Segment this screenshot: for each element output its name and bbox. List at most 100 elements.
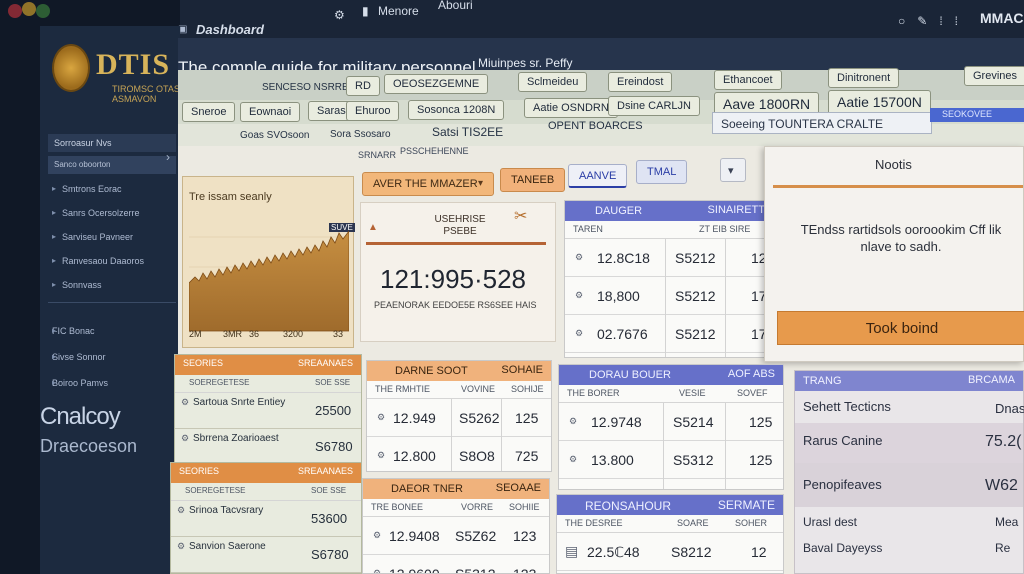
sidebar-header[interactable]: Sorroasur Nvs [48, 134, 176, 152]
toolbar-label-satsi[interactable]: Satsi TIS2EE [432, 125, 503, 139]
gear-icon: ⚙ [373, 568, 382, 574]
dropdown-chevron-icon[interactable]: ▾ [720, 158, 746, 182]
toolbar-label-sora[interactable]: Sora Ssosaro [330, 129, 391, 140]
sidebar-item-4[interactable]: Ranvesaou Daaoros [52, 256, 176, 272]
list-item[interactable]: Sehett Tecticns Dnas [795, 391, 1024, 423]
gear-icon: ⚙ [377, 412, 386, 422]
tab-tmal[interactable]: TMAL [636, 160, 688, 184]
column-divider [725, 239, 726, 357]
table-row[interactable]: ⚙ 18,800 S5212 17 [565, 277, 773, 315]
dare-table-title: DARNE SOOT [395, 365, 468, 377]
table-cell: 02.7676 [597, 326, 648, 342]
sidebar-big-text: Cnalcoy [40, 403, 121, 430]
brand-logo: DTIS TIROMSC OTAS ASMAVON [52, 44, 180, 114]
sidebar-item-8[interactable]: Boiroo Pamvs [52, 378, 176, 394]
chart-title: Tre issam seanly [189, 191, 272, 203]
menu-link[interactable]: Menore [378, 4, 419, 18]
sidebar-item-7[interactable]: Sivse Sonnor [52, 352, 176, 368]
tab-taneeb[interactable]: TANEEB [500, 168, 566, 192]
table-cell: 53600 [311, 511, 348, 526]
danger-table: DAUGER SINAIRETT TAREN ZT EIB SIRE ⚙ 12.… [564, 200, 774, 358]
table-row[interactable]: ⚙ 12.800 S8O8 725 [367, 437, 551, 471]
about-link[interactable]: Abouri [438, 0, 473, 12]
user-label[interactable]: MMAC [980, 10, 1024, 26]
table-row[interactable]: ⚙ 12.9600 S5312 123 [363, 555, 549, 574]
sidebar-subheader[interactable]: Sanco oboorton [48, 156, 176, 174]
toolbar-chip-dsine[interactable]: Dsine CARLJN [608, 96, 700, 116]
table-row[interactable]: ⚙ 13.800 S5312 125 [559, 441, 783, 479]
sidebar-item-3[interactable]: Sarviseu Pavneer [52, 232, 176, 248]
series-table-2-colhead: SOEREGETESE SOE SSE [171, 483, 361, 501]
toolbar-chip-1[interactable]: RD [346, 76, 380, 96]
column-header: SOVEF [737, 388, 768, 398]
table-cell: Srinoa Tacvsrary [189, 505, 264, 516]
menu-icon[interactable]: ▮ [362, 4, 369, 18]
toolbar-chip-sneroe[interactable]: Sneroe [182, 102, 236, 122]
tick-label: 2M [189, 329, 202, 339]
sidebar-item-5[interactable]: Sonnvass [52, 280, 176, 296]
table-row[interactable]: ⚙ 02.7676 S5212 17 [565, 315, 773, 353]
primary-toolbar-button[interactable]: SEOKOVEE [930, 108, 1024, 122]
series-table-1-colhead: SOEREGETESE SOE SSE [175, 375, 361, 393]
toolbar-chip-5[interactable]: Ethancoet [714, 70, 782, 90]
mini-tab-1[interactable]: SRNARR [358, 150, 396, 160]
list-item[interactable]: Penopifeaves W62 [795, 463, 1023, 507]
sidebar-item-2[interactable]: Sanrs Ocersolzerre [52, 208, 176, 224]
toolbar-chip-3[interactable]: Sclmeideu [518, 72, 588, 92]
column-header: THE BORER [567, 388, 620, 398]
circle-icon[interactable]: ○ [898, 14, 917, 28]
list-item-value: Dnas [995, 401, 1024, 416]
toolbar-chip-eownaoi[interactable]: Eownaoi [240, 102, 301, 122]
table-row[interactable]: ⚙ 12.9408 S5Z62 123 [363, 517, 549, 555]
dare-table-colhead: THE RMHTIE VOVINE SOHIJE [367, 381, 551, 399]
table-row[interactable]: ⚙ 12.9748 S5214 125 [559, 403, 783, 441]
daero-table-header: DAEOR TNER SEOAAE [363, 479, 549, 499]
list-item-value: Mea [995, 515, 1019, 529]
tab-aanve[interactable]: AANVE [568, 164, 628, 188]
toolbar-chip-sosonca[interactable]: Sosonca 1208N [408, 100, 505, 120]
list-item[interactable]: Baval Dayeyss Re [795, 537, 1023, 567]
amount-label: USEHRISE PSEBE [434, 214, 486, 237]
fire-icon: ▲ [368, 222, 378, 233]
sidebar-collapse-icon[interactable]: › [166, 150, 170, 164]
sidebar-item-6[interactable]: FIC Bonac [52, 326, 176, 342]
toolbar-chip-7[interactable]: Grevines [964, 66, 1024, 86]
table-cell: S5214 [673, 414, 714, 430]
table-row[interactable]: ⚙ Sbrrena Zoarioaest S6780 [175, 429, 361, 465]
toolbar-label-goas[interactable]: Goas SVOsoon [240, 130, 309, 141]
table-cell: 25500 [315, 403, 352, 418]
toolbar-chip-6[interactable]: Dinitronent [828, 68, 900, 88]
amount-action-button[interactable]: AVER THE MMAZER [362, 172, 494, 196]
search-input[interactable]: Soeeing TOUNTERA CRALTE [712, 112, 932, 134]
toolbar-chip-2[interactable]: OEOSEZGEMNE [384, 74, 489, 94]
mini-tab-2[interactable]: PSSCHEHENNE [400, 146, 469, 156]
grid-icon[interactable]: ⁞⁞ [939, 14, 970, 28]
gear-icon: ⚙ [373, 530, 382, 540]
table-row[interactable]: ⚙ 12.8C18 S5212 12 [565, 239, 773, 277]
toolbar-chip-4[interactable]: Ereindost [608, 72, 673, 92]
table-row[interactable]: ▤ 22.5ℂ48 S8212 12 [557, 533, 783, 571]
gear-icon: ⚙ [575, 290, 584, 300]
tick-label: 3200 [283, 329, 304, 339]
dashboard-link[interactable]: Dashboard [196, 22, 264, 37]
toolbar-label-opent[interactable]: OPENT BOARCES [548, 120, 643, 132]
book-bond-button[interactable]: Took boind [777, 311, 1024, 345]
series-table-1: SEORIES SREAANAES SOEREGETESE SOE SSE ⚙ … [174, 354, 362, 466]
table-row[interactable]: ⚙ Sanvion Saerone S6780 [171, 537, 361, 573]
daero-table-colhead: TRE BONEE VORRE SOHIIE [363, 499, 549, 517]
column-header: SOE SSE [311, 486, 347, 495]
table-cell: S5262 [459, 410, 500, 426]
list-item[interactable]: Rarus Canine 75.2( [795, 423, 1023, 463]
toolbar-chip-ehuroo[interactable]: Ehuroo [346, 101, 400, 121]
chevron-down-icon[interactable]: ▾ [478, 178, 483, 189]
toolbar-chip-aatie[interactable]: Aatie OSNDRN [524, 98, 618, 118]
tools-icon[interactable]: ✂ [514, 206, 527, 226]
list-item[interactable]: Urasl dest Mea [795, 507, 1023, 537]
series-table-2-title: SEORIES [179, 466, 220, 476]
table-row[interactable]: ⚙ 12.949 S5262 125 [367, 399, 551, 437]
edit-icon[interactable]: ✎ [917, 14, 939, 28]
settings-icon[interactable]: ⚙ [334, 8, 345, 22]
table-row[interactable]: ⚙ Srinoa Tacvsrary 53600 [171, 501, 361, 537]
table-row[interactable]: ⚙ Sartoua Snrte Entiey 25500 [175, 393, 361, 429]
sidebar-item-1[interactable]: Smtrons Eorac [52, 184, 176, 200]
